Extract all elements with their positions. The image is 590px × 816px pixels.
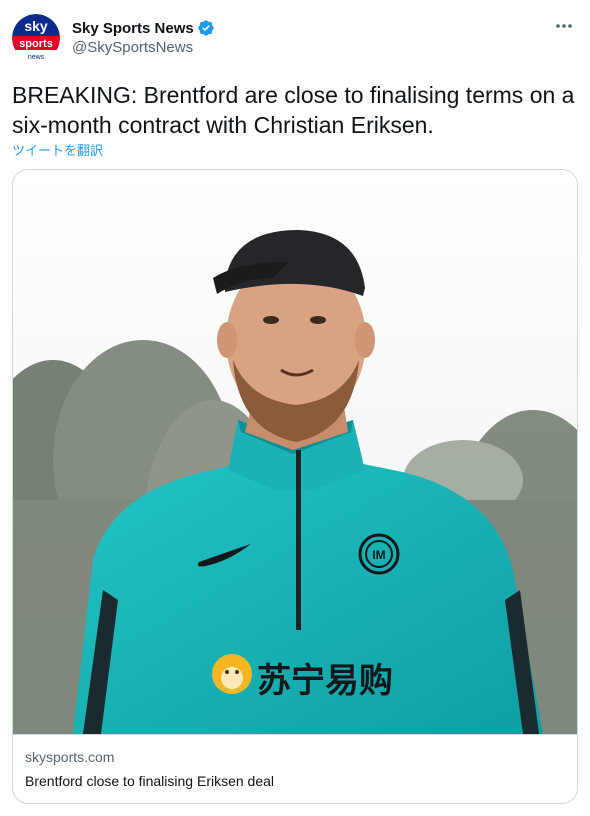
tweet-text: BREAKING: Brentford are close to finalis… <box>12 82 575 138</box>
card-domain: skysports.com <box>25 749 115 765</box>
card-title: Brentford close to finalising Eriksen de… <box>25 773 275 789</box>
tweet: sky sports news Sky Sports News @SkySpor… <box>0 0 590 816</box>
handle[interactable]: @SkySportsNews <box>72 39 215 56</box>
logo-line3: news <box>28 54 45 61</box>
author-block: Sky Sports News @SkySportsNews <box>72 18 215 56</box>
svg-text:IM: IM <box>372 548 385 562</box>
logo-line1: sky <box>24 18 48 34</box>
more-options-button[interactable] <box>552 18 576 34</box>
link-card[interactable]: IM 苏宁易购 skysports.com Brentford close to… <box>12 169 578 804</box>
sky-sports-news-logo: sky sports news <box>12 14 60 62</box>
translate-tweet-link[interactable]: ツイートを翻訳 <box>12 140 103 159</box>
more-horizontal-icon <box>556 24 572 28</box>
logo-line2: sports <box>19 38 53 50</box>
card-image[interactable]: IM 苏宁易购 <box>13 170 577 735</box>
svg-text:苏宁易购: 苏宁易购 <box>257 661 393 701</box>
avatar[interactable]: sky sports news <box>12 14 60 62</box>
verified-badge-icon <box>197 19 215 37</box>
name-row: Sky Sports News <box>72 18 215 38</box>
card-meta: skysports.com Brentford close to finalis… <box>25 748 274 790</box>
photo-icon: IM 苏宁易购 <box>13 170 577 734</box>
display-name[interactable]: Sky Sports News <box>72 20 194 37</box>
